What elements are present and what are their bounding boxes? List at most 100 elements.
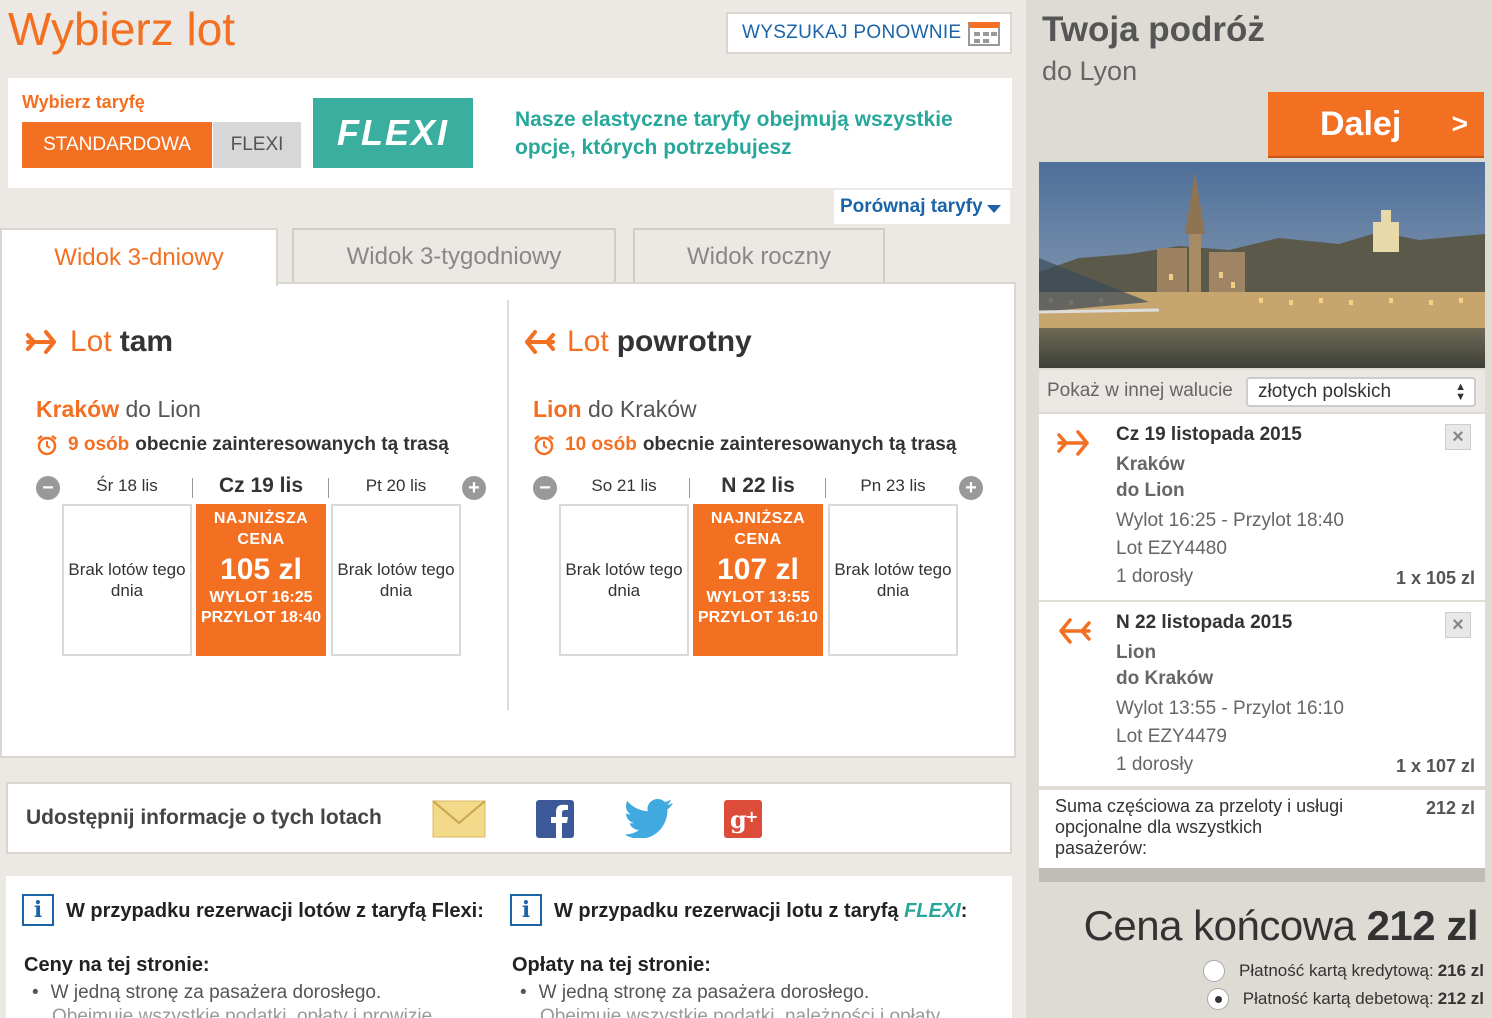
outbound-route: Kraków do Lion — [36, 396, 201, 423]
trip-sidebar: Twoja podróż do Lyon Dalej > Pokaż w inn… — [1026, 0, 1492, 1018]
info-list-item-cut: Obejmuje wszystkie podatki, należności i… — [540, 1006, 941, 1018]
return-heading: Lot powrotny — [521, 324, 752, 360]
return-day-next-box: Brak lotów tego dnia — [828, 504, 958, 656]
chevron-right-icon: > — [1451, 108, 1468, 139]
compare-fares-link[interactable]: Porównaj taryfy — [834, 190, 1010, 224]
next-day-button[interactable]: + — [462, 476, 486, 500]
fare-standard-button[interactable]: STANDARDOWA — [22, 122, 212, 168]
trip-destination: do Lyon — [1042, 56, 1138, 86]
payment-credit-option[interactable]: Płatność kartą kredytową: 216 zl — [1203, 960, 1484, 982]
select-arrows-icon: ▲ ▼ — [1455, 381, 1466, 403]
outbound-heading-2: tam — [119, 325, 174, 358]
payment-debit-option[interactable]: Płatność kartą debetową: 212 zl — [1206, 988, 1484, 1010]
info-title: W przypadku rezerwacji lotu z taryfą FLE… — [554, 900, 967, 923]
svg-text:+: + — [745, 807, 758, 826]
search-again-button[interactable]: WYSZUKAJ PONOWNIE — [726, 12, 1012, 54]
info-list-item: W jedną stronę za pasażera dorosłego. — [520, 982, 870, 1004]
leg-times: Wylot 13:55 - Przylot 16:10 — [1116, 698, 1344, 719]
day-separator — [825, 478, 826, 498]
next-day-button[interactable]: + — [959, 476, 983, 500]
plane-outbound-icon — [1057, 430, 1089, 456]
info-subtitle: Opłaty na tej stronie: — [512, 954, 711, 976]
outbound-day-next-box: Brak lotów tego dnia — [331, 504, 461, 656]
tab-3-day[interactable]: Widok 3-dniowy — [0, 228, 278, 286]
return-day-prev-box: Brak lotów tego dnia — [559, 504, 689, 656]
leg-date: N 22 listopada 2015 — [1116, 612, 1293, 633]
subtotal-label: Suma częściowa za przeloty i usługi opcj… — [1055, 796, 1344, 858]
return-day-nav: − So 21 lis N 22 lis Pn 23 lis + — [533, 474, 983, 502]
fare-info-panel: i W przypadku rezerwacji lotów z taryfą … — [6, 876, 1012, 1018]
main-content: Wybierz lot WYSZUKAJ PONOWNIE Wybierz ta… — [0, 0, 1024, 1018]
leg-price: 1 x 107 zl — [1395, 756, 1475, 776]
alarm-clock-icon — [37, 435, 57, 456]
payment-credit-radio[interactable] — [1203, 960, 1226, 982]
leg-flight-number: Lot EZY4479 — [1116, 726, 1227, 747]
prev-day-button[interactable]: − — [533, 476, 557, 500]
best-fare-departure: WYLOT 13:55 — [706, 589, 810, 606]
leg-from: Kraków — [1116, 454, 1185, 475]
leg-flight-number: Lot EZY4480 — [1116, 538, 1227, 559]
calendar-icon — [968, 22, 1000, 46]
plane-return-icon — [525, 330, 555, 354]
best-fare-arrival: PRZYLOT 16:10 — [697, 609, 819, 626]
prev-day-button[interactable]: − — [36, 476, 60, 500]
outbound-heading: Lot tam — [24, 324, 173, 360]
return-column: Lot powrotny Lion do Kraków 10 osób obec… — [499, 284, 999, 754]
share-panel: Udostępnij informacje o tych lotach g + — [6, 782, 1012, 854]
info-title-flexi: FLEXI — [904, 900, 961, 922]
remove-leg-button[interactable]: × — [1445, 612, 1471, 638]
email-icon[interactable] — [432, 799, 486, 839]
return-best-fare[interactable]: NAJNIŻSZA CENA 107 zl WYLOT 13:55 PRZYLO… — [693, 504, 823, 656]
leg-to: do Kraków — [1116, 668, 1214, 689]
return-interest-count: 10 osób — [565, 434, 637, 455]
outbound-interest-count: 9 osób — [68, 434, 130, 455]
flexi-promo-text: Nasze elastyczne taryfy obejmują wszystk… — [515, 108, 953, 159]
return-heading-1: Lot — [567, 325, 609, 358]
page-title: Wybierz lot — [8, 3, 236, 55]
destination-photo — [1039, 162, 1485, 368]
tab-3-week[interactable]: Widok 3-tygodniowy — [292, 228, 616, 284]
google-plus-icon[interactable]: g+ — [724, 800, 762, 838]
flights-panel: Lot tam Kraków do Lion 9 osób obecnie za… — [0, 282, 1016, 758]
return-heading-2: powrotny — [616, 325, 752, 358]
outbound-day-selected: Cz 19 lis — [218, 474, 304, 497]
info-subtitle: Ceny na tej stronie: — [24, 954, 210, 976]
facebook-icon[interactable] — [536, 800, 574, 838]
info-list-item-cut: Obejmuje wszystkie podatki, opłaty i pro… — [52, 1006, 433, 1018]
best-fare-arrival: PRZYLOT 18:40 — [200, 609, 322, 626]
payment-credit-value: 216 zl — [1437, 961, 1484, 980]
final-price-label: Cena końcowa — [1083, 902, 1356, 949]
return-interest: 10 osób obecnie zainteresowanych tą tras… — [533, 434, 956, 456]
currency-value: złotych polskich — [1258, 381, 1392, 402]
plane-return-icon — [1059, 618, 1091, 644]
remove-leg-button[interactable]: × — [1445, 424, 1471, 450]
fare-label: Wybierz taryfę — [22, 92, 145, 112]
leg-price: 1 x 105 zl — [1395, 568, 1475, 588]
fare-flexi-button[interactable]: FLEXI — [213, 122, 301, 168]
plane-outbound-icon — [26, 330, 56, 354]
outbound-day-nav: − Śr 18 lis Cz 19 lis Pt 20 lis + — [36, 474, 486, 502]
currency-select[interactable]: złotych polskich ▲ ▼ — [1246, 377, 1476, 407]
twitter-icon[interactable] — [626, 798, 674, 838]
flexi-logo: FLEXI — [313, 98, 473, 168]
next-button[interactable]: Dalej > — [1268, 92, 1484, 156]
day-separator — [689, 478, 690, 498]
search-again-label: WYSZUKAJ PONOWNIE — [742, 22, 962, 43]
best-fare-label: NAJNIŻSZA CENA — [213, 510, 309, 548]
day-separator — [192, 478, 193, 498]
currency-row: Pokaż w innej walucie złotych polskich ▲… — [1039, 370, 1485, 412]
best-fare-label: NAJNIŻSZA CENA — [710, 510, 806, 548]
leg-from: Lion — [1116, 642, 1157, 663]
caret-down-icon — [986, 205, 1001, 213]
tab-year[interactable]: Widok roczny — [633, 228, 885, 284]
outbound-heading-1: Lot — [70, 325, 112, 358]
outbound-best-fare[interactable]: NAJNIŻSZA CENA 105 zl WYLOT 16:25 PRZYLO… — [196, 504, 326, 656]
leg-times: Wylot 16:25 - Przylot 18:40 — [1116, 510, 1344, 531]
return-from: Lion — [533, 396, 582, 422]
outbound-day-next: Pt 20 lis — [365, 476, 427, 495]
info-title: W przypadku rezerwacji lotów z taryfą Fl… — [66, 900, 484, 922]
leg-passengers: 1 dorosły — [1116, 754, 1194, 775]
subtotal-value: 212 zl — [1425, 798, 1475, 818]
final-price: Cena końcowa 212 zl — [1083, 902, 1479, 950]
payment-debit-radio[interactable] — [1206, 988, 1229, 1010]
